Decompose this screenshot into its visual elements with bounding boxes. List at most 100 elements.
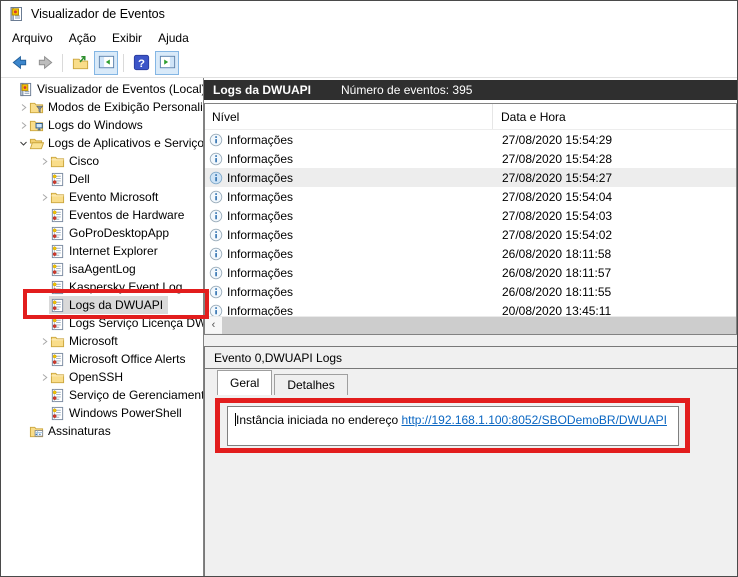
expand-arrow-icon[interactable] [39, 157, 49, 166]
tree-item-label: Kaspersky Event Log [69, 280, 184, 294]
event-row[interactable]: Informações27/08/2020 15:54:02 [205, 225, 736, 244]
information-icon [209, 228, 223, 242]
console-tree: Visualizador de Eventos (Local) Modos de … [1, 78, 204, 577]
event-count: Número de eventos: 395 [341, 83, 472, 97]
toolbar-separator [123, 54, 124, 72]
preview-content: Instância iniciada no endereço http://19… [205, 395, 737, 577]
back-icon[interactable] [7, 51, 31, 75]
expand-arrow-icon[interactable] [39, 373, 49, 382]
tree-item-label: Logs da DWUAPI [69, 298, 165, 312]
preview-title: Evento 0,DWUAPI Logs [214, 351, 342, 365]
information-icon [209, 266, 223, 280]
event-log-icon [50, 208, 65, 223]
sidebar-item-isaagentlog[interactable]: isaAgentLog [1, 260, 203, 278]
event-level-cell: Informações [205, 247, 493, 261]
expand-arrow-icon[interactable] [18, 103, 28, 112]
show-console-tree-icon[interactable] [94, 51, 118, 75]
information-icon [209, 209, 223, 223]
event-row[interactable]: Informações27/08/2020 15:54:03 [205, 206, 736, 225]
sidebar-item-microsoft[interactable]: Microsoft [1, 332, 203, 350]
sidebar-item-eventos-de-hardware[interactable]: Eventos de Hardware [1, 206, 203, 224]
scrollbar-thumb[interactable] [222, 317, 736, 334]
show-action-pane-icon[interactable] [155, 51, 179, 75]
event-message-box[interactable]: Instância iniciada no endereço http://19… [227, 406, 679, 446]
information-icon [209, 285, 223, 299]
sidebar-item-windows-powershell[interactable]: Windows PowerShell [1, 404, 203, 422]
menu-item-arquivo[interactable]: Arquivo [4, 29, 61, 47]
event-row[interactable]: Informações27/08/2020 15:54:29 [205, 130, 736, 149]
event-row[interactable]: Informações20/08/2020 13:45:11 [205, 301, 736, 316]
event-viewer-icon [18, 82, 33, 97]
tree-item-label: Visualizador de Eventos (Local) [37, 82, 204, 96]
column-header-level[interactable]: Nível [205, 104, 493, 129]
collapse-arrow-icon[interactable] [18, 139, 28, 148]
event-row[interactable]: Informações27/08/2020 15:54:27 [205, 168, 736, 187]
event-viewer-window: Visualizador de Eventos ArquivoAçãoExibi… [0, 0, 738, 577]
tree-item-label: Eventos de Hardware [69, 208, 186, 222]
event-row[interactable]: Informações27/08/2020 15:54:04 [205, 187, 736, 206]
sidebar-item-assinaturas[interactable]: Assinaturas [1, 422, 203, 440]
event-message-link[interactable]: http://192.168.1.100:8052/SBODemoBR/DWUA… [401, 413, 666, 427]
folder-filter-icon [29, 100, 44, 115]
event-level-cell: Informações [205, 285, 493, 299]
event-log-icon [50, 262, 65, 277]
tab-detalhes[interactable]: Detalhes [274, 374, 347, 395]
event-level-cell: Informações [205, 133, 493, 147]
sidebar-item-logs-do-windows[interactable]: Logs do Windows [1, 116, 203, 134]
tree-item-label: GoProDesktopApp [69, 226, 171, 240]
sidebar-item-internet-explorer[interactable]: Internet Explorer [1, 242, 203, 260]
expand-arrow-icon[interactable] [39, 337, 49, 346]
event-level-cell: Informações [205, 152, 493, 166]
event-level-cell: Informações [205, 266, 493, 280]
event-datetime: 27/08/2020 15:54:27 [493, 171, 612, 185]
tree-item-label: Cisco [69, 154, 101, 168]
tree-item-label: Windows PowerShell [69, 406, 184, 420]
expand-arrow-icon[interactable] [18, 121, 28, 130]
information-icon [209, 133, 223, 147]
tree-item-label: isaAgentLog [69, 262, 138, 276]
menu-item-acao[interactable]: Ação [61, 29, 104, 47]
event-level-label: Informações [227, 247, 293, 261]
sidebar-item-kaspersky-event-log[interactable]: Kaspersky Event Log [1, 278, 203, 296]
folder-open-icon [29, 136, 44, 151]
sidebar-item-dell[interactable]: Dell [1, 170, 203, 188]
tree-item-label: Logs Serviço Licença DW [69, 316, 204, 330]
sidebar-item-goprodesktopapp[interactable]: GoProDesktopApp [1, 224, 203, 242]
sidebar-item-microsoft-office-alerts[interactable]: Microsoft Office Alerts [1, 350, 203, 368]
event-row[interactable]: Informações26/08/2020 18:11:57 [205, 263, 736, 282]
menu-item-exibir[interactable]: Exibir [104, 29, 150, 47]
help-icon[interactable]: ? [129, 51, 153, 75]
folder-icon [50, 190, 65, 205]
tree-item-label: Assinaturas [48, 424, 113, 438]
event-log-icon [50, 352, 65, 367]
tab-geral[interactable]: Geral [217, 370, 272, 395]
sidebar-item-cisco[interactable]: Cisco [1, 152, 203, 170]
sidebar-item-servico-de-gerenciament[interactable]: Serviço de Gerenciament [1, 386, 203, 404]
event-row[interactable]: Informações27/08/2020 15:54:28 [205, 149, 736, 168]
menu-item-ajuda[interactable]: Ajuda [150, 29, 197, 47]
tree-item-label: Microsoft [69, 334, 120, 348]
sidebar-item-logs-de-aplicativos-e-servico[interactable]: Logs de Aplicativos e Serviço [1, 134, 203, 152]
sidebar-item-openssh[interactable]: OpenSSH [1, 368, 203, 386]
sidebar-item-modos-de-exibicao-personali[interactable]: Modos de Exibição Personali [1, 98, 203, 116]
tree-item-label: Dell [69, 172, 92, 186]
sidebar-item-logs-da-dwuapi[interactable]: Logs da DWUAPI [1, 296, 203, 314]
event-row[interactable]: Informações26/08/2020 18:11:58 [205, 244, 736, 263]
horizontal-scrollbar[interactable]: ‹ [205, 316, 736, 334]
expand-arrow-icon[interactable] [39, 193, 49, 202]
forward-icon[interactable] [33, 51, 57, 75]
title-bar[interactable]: Visualizador de Eventos [1, 1, 737, 27]
event-log-icon [50, 280, 65, 295]
window-body: Visualizador de Eventos (Local) Modos de … [1, 78, 737, 577]
event-log-icon [50, 406, 65, 421]
sidebar-item-evento-microsoft[interactable]: Evento Microsoft [1, 188, 203, 206]
event-row[interactable]: Informações26/08/2020 18:11:55 [205, 282, 736, 301]
column-header-datetime[interactable]: Data e Hora [493, 104, 566, 129]
open-saved-log-icon[interactable] [68, 51, 92, 75]
main-pane: Logs da DWUAPI Número de eventos: 395 Ní… [204, 78, 737, 577]
scroll-left-button[interactable]: ‹ [205, 317, 222, 333]
sidebar-item-logs-servico-licenca-dw[interactable]: Logs Serviço Licença DW [1, 314, 203, 332]
sidebar-item-visualizador-de-eventos-local[interactable]: Visualizador de Eventos (Local) [1, 80, 203, 98]
event-level-cell: Informações [205, 228, 493, 242]
preview-header: Evento 0,DWUAPI Logs [205, 346, 737, 369]
